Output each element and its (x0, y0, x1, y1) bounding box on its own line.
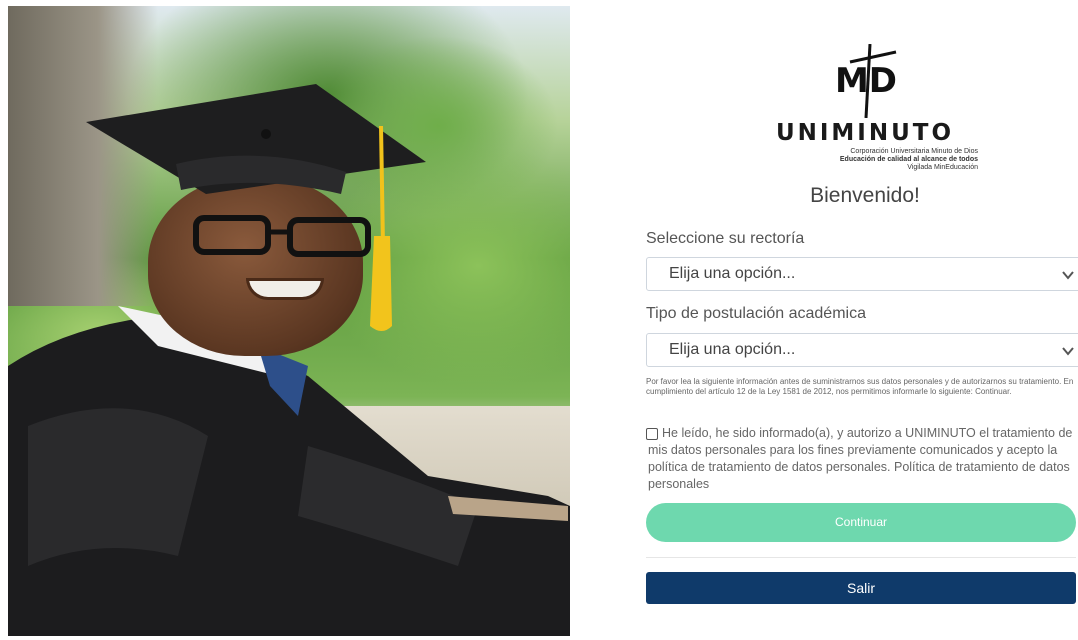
svg-text:MD: MD (835, 61, 897, 101)
graduate-face (148, 176, 363, 356)
cap-tassel (370, 126, 392, 331)
divider (646, 557, 1076, 558)
graduate-photo (8, 6, 570, 636)
brand-subtitle: Corporación Universitaria Minuto de Dios (850, 148, 978, 155)
md-cross-icon: MD (835, 44, 897, 118)
chevron-down-icon (1062, 271, 1074, 280)
postulacion-select[interactable]: Elija una opción... (646, 333, 1078, 367)
uniminuto-logo: MD UNIMINUTO Corporación Universitaria M… (752, 44, 978, 171)
chevron-down-icon (1062, 347, 1074, 356)
rectoria-label: Seleccione su rectoría (646, 230, 805, 247)
consent-text: He leído, he sido informado(a), y autori… (648, 426, 1073, 491)
postulacion-label: Tipo de postulación académica (646, 305, 866, 322)
graduation-gown (8, 306, 570, 636)
page-title: Bienvenido! (810, 184, 920, 207)
privacy-notice: Por favor lea la siguiente información a… (646, 377, 1074, 396)
consent-checkbox[interactable] (646, 428, 658, 440)
rectoria-selected-value: Elija una opción... (669, 265, 796, 282)
graduate-smile (246, 278, 324, 300)
postulacion-selected-value: Elija una opción... (669, 341, 796, 358)
rectoria-select[interactable]: Elija una opción... (646, 257, 1078, 291)
continue-button[interactable]: Continuar (646, 503, 1076, 542)
exit-button[interactable]: Salir (646, 572, 1076, 604)
brand-oversight: Vigilada MinEducación (907, 164, 978, 171)
eyeglasses (193, 215, 371, 257)
brand-name: UNIMINUTO (775, 120, 955, 146)
consent-row: He leído, he sido informado(a), y autori… (646, 425, 1074, 493)
brand-tagline: Educación de calidad al alcance de todos (839, 156, 978, 163)
